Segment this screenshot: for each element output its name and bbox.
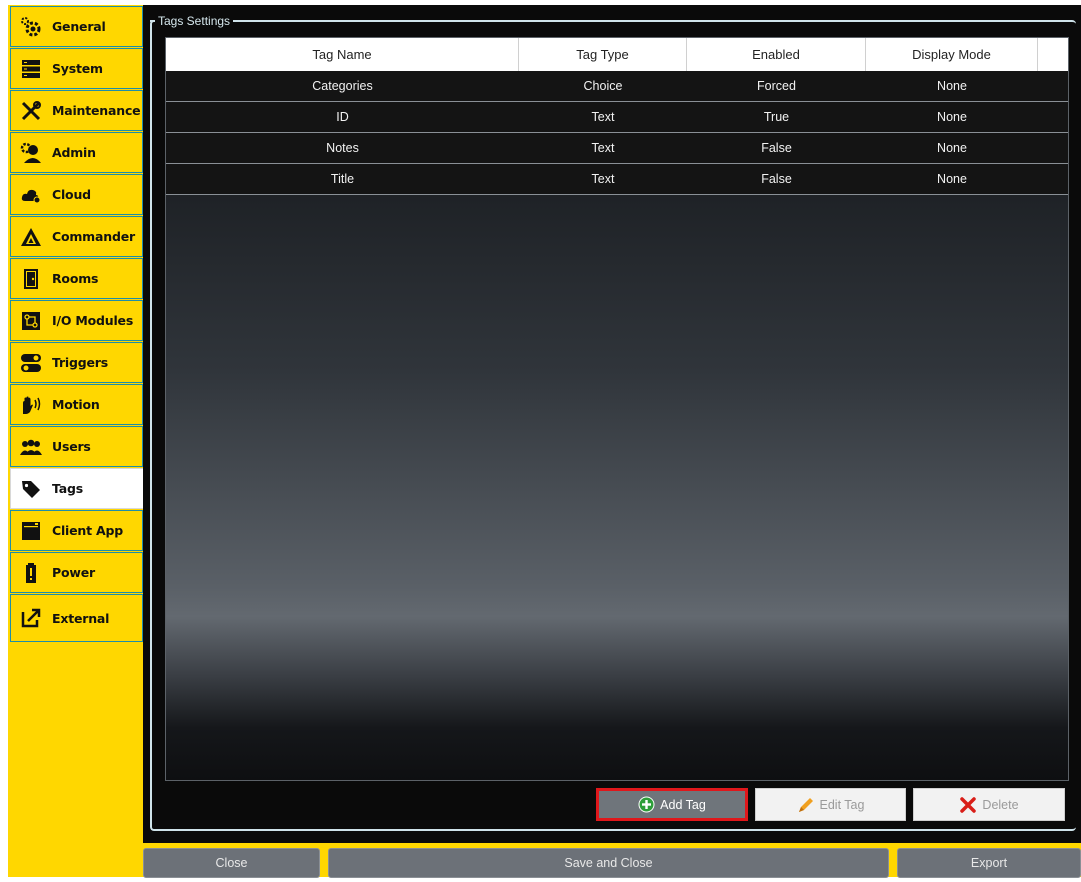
- sidebar-item-system[interactable]: System: [10, 48, 144, 89]
- table-row[interactable]: Notes Text False None: [166, 133, 1068, 164]
- close-button[interactable]: Close: [143, 848, 320, 878]
- pencil-icon: [798, 797, 813, 812]
- column-header-tag-name[interactable]: Tag Name: [166, 38, 519, 71]
- sidebar-item-label: I/O Modules: [52, 313, 134, 328]
- toggle-icon: [20, 352, 42, 374]
- tools-icon: [20, 100, 42, 122]
- sidebar-item-label: Cloud: [52, 187, 91, 202]
- cell-display-mode: None: [937, 79, 967, 93]
- cell-enabled: False: [761, 141, 792, 155]
- cell-tag-name: ID: [336, 110, 349, 124]
- sidebar-item-label: Commander: [52, 229, 135, 244]
- cell-tag-name: Categories: [312, 79, 373, 93]
- sidebar-item-label: Motion: [52, 397, 100, 412]
- panel-title: Tags Settings: [155, 13, 234, 29]
- window-icon: [20, 520, 42, 542]
- sidebar-item-external[interactable]: External: [10, 594, 144, 642]
- sidebar-item-power[interactable]: Power: [10, 552, 144, 593]
- sidebar-item-label: General: [52, 19, 106, 34]
- export-button[interactable]: Export: [897, 848, 1081, 878]
- admin-icon: [20, 142, 42, 164]
- cell-tag-type: Choice: [583, 79, 623, 93]
- door-icon: [20, 268, 42, 290]
- cell-display-mode: None: [937, 141, 967, 155]
- add-tag-label: Add Tag: [660, 797, 706, 812]
- red-x-icon: [960, 796, 977, 813]
- cell-tag-type: Text: [591, 172, 615, 186]
- tag-icon: [20, 478, 42, 500]
- sidebar-item-label: Rooms: [52, 271, 99, 286]
- sidebar-item-admin[interactable]: Admin: [10, 132, 144, 173]
- external-link-icon: [20, 607, 42, 629]
- cell-tag-name: Title: [330, 172, 355, 186]
- sidebar-item-cloud[interactable]: Cloud: [10, 174, 144, 215]
- tags-table[interactable]: Tag Name Tag Type Enabled Display Mode C…: [165, 37, 1069, 781]
- sidebar-item-io-modules[interactable]: I/O Modules: [10, 300, 144, 341]
- cloud-icon: [20, 184, 42, 206]
- table-row[interactable]: ID Text True None: [166, 102, 1068, 133]
- sidebar-item-general[interactable]: General: [10, 6, 144, 47]
- io-module-icon: [20, 310, 42, 332]
- column-header-tag-type[interactable]: Tag Type: [519, 38, 687, 71]
- add-tag-button[interactable]: Add Tag: [596, 788, 748, 821]
- column-header-enabled[interactable]: Enabled: [687, 38, 866, 71]
- cell-enabled: False: [761, 172, 792, 186]
- table-row[interactable]: Title Text False None: [166, 164, 1068, 195]
- sidebar-item-label: Tags: [52, 481, 83, 496]
- edit-tag-button[interactable]: Edit Tag: [755, 788, 906, 821]
- sidebar-item-label: Users: [52, 439, 91, 454]
- sidebar-item-label: Client App: [52, 523, 124, 538]
- plus-circle-icon: [638, 796, 655, 813]
- sidebar-item-label: Maintenance: [52, 103, 141, 118]
- commander-icon: [20, 226, 42, 248]
- sidebar-item-rooms[interactable]: Rooms: [10, 258, 144, 299]
- delete-tag-label: Delete: [982, 797, 1019, 812]
- sidebar-item-maintenance[interactable]: Maintenance: [10, 90, 144, 131]
- sidebar-item-label: System: [52, 61, 103, 76]
- motion-hand-icon: [20, 394, 42, 416]
- delete-tag-button[interactable]: Delete: [913, 788, 1065, 821]
- edit-tag-label: Edit Tag: [819, 797, 865, 812]
- sidebar-item-label: Admin: [52, 145, 96, 160]
- cell-display-mode: None: [937, 110, 967, 124]
- sidebar-item-label: Power: [52, 565, 95, 580]
- users-icon: [20, 436, 42, 458]
- cell-display-mode: None: [937, 172, 967, 186]
- column-header-display-mode[interactable]: Display Mode: [866, 38, 1038, 71]
- cell-tag-type: Text: [591, 141, 615, 155]
- sidebar-item-triggers[interactable]: Triggers: [10, 342, 144, 383]
- server-icon: [20, 58, 42, 80]
- sidebar: General System Maintenance Admin Cloud C…: [10, 6, 146, 646]
- sidebar-item-users[interactable]: Users: [10, 426, 144, 467]
- cell-tag-type: Text: [591, 110, 615, 124]
- sidebar-item-label: External: [52, 610, 110, 626]
- sidebar-item-tags[interactable]: Tags: [10, 468, 146, 509]
- table-header: Tag Name Tag Type Enabled Display Mode: [166, 38, 1068, 71]
- save-and-close-button[interactable]: Save and Close: [328, 848, 889, 878]
- sidebar-item-client-app[interactable]: Client App: [10, 510, 144, 551]
- cell-enabled: True: [763, 110, 790, 124]
- sidebar-item-commander[interactable]: Commander: [10, 216, 144, 257]
- battery-icon: [20, 562, 42, 584]
- cell-enabled: Forced: [757, 79, 796, 93]
- table-row[interactable]: Categories Choice Forced None: [166, 71, 1068, 102]
- sidebar-item-label: Triggers: [52, 355, 108, 370]
- cell-tag-name: Notes: [326, 141, 359, 155]
- sidebar-item-motion[interactable]: Motion: [10, 384, 144, 425]
- gear-icon: [20, 16, 42, 38]
